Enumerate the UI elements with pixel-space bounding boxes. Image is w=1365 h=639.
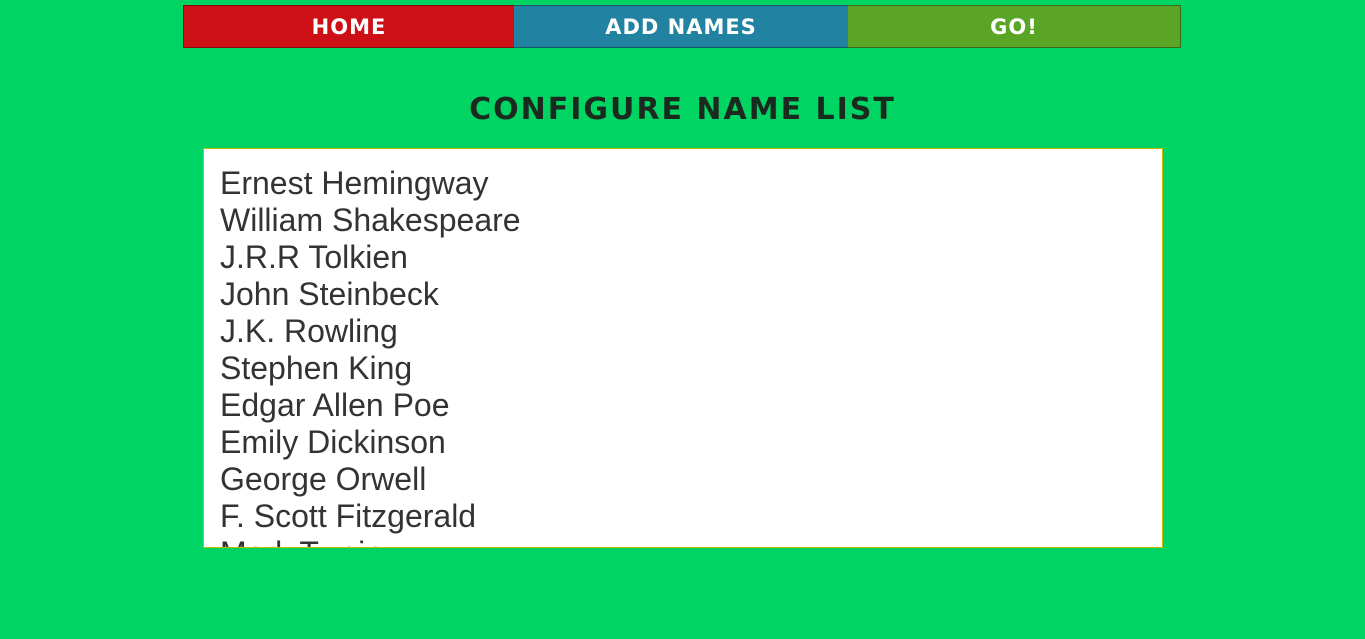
name-line: Mark Twain [220,535,1146,547]
go-button[interactable]: Go! [848,5,1181,48]
name-list-textarea[interactable]: Ernest Hemingway William Shakespeare J.R.R… [203,148,1163,548]
name-line: J.K. Rowling [220,313,398,349]
name-line: John Steinbeck [220,276,439,312]
name-line: William Shakespeare [220,202,521,238]
name-line: Ernest Hemingway [220,165,489,201]
top-nav: Home Add Names Go! [183,5,1181,48]
name-line: F. Scott Fitzgerald [220,498,477,534]
name-line: Edgar Allen Poe [220,387,450,423]
add-names-button[interactable]: Add Names [514,5,848,48]
name-line: George Orwell [220,461,427,497]
name-line: J.R.R Tolkien [220,239,408,275]
name-line: Stephen King [220,350,413,386]
name-line: Emily Dickinson [220,424,446,460]
home-button[interactable]: Home [183,5,514,48]
page-title: Configure Name List [469,92,896,127]
